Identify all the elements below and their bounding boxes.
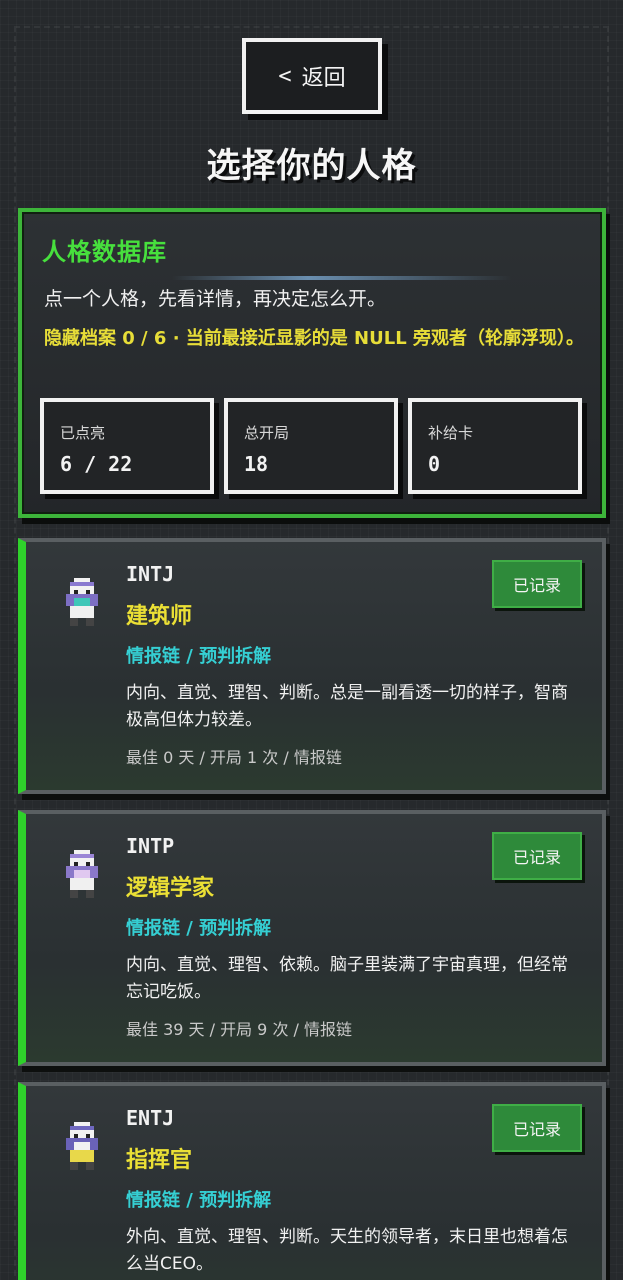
stat-value: 18: [244, 452, 269, 476]
persona-description: 内向、直觉、理智、依赖。脑子里装满了宇宙真理，但经常忘记吃饭。: [126, 955, 568, 1002]
database-title: 人格数据库: [42, 238, 167, 266]
stat-value: 6 / 22: [60, 452, 133, 476]
persona-code: ENTJ: [126, 1106, 175, 1130]
chevron-left-icon: <: [278, 63, 292, 89]
persona-tags: 情报链 / 预判拆解: [126, 646, 272, 667]
hidden-files-info: 隐藏档案 0 / 6 · 当前最接近显影的是 NULL 旁观者（轮廓浮现）。: [44, 328, 584, 349]
recorded-badge: 已记录: [492, 832, 582, 880]
stat-total-runs: 总开局 18: [224, 398, 398, 494]
persona-description: 外向、直觉、理智、判断。天生的领导者，末日里也想着怎么当CEO。: [126, 1227, 568, 1274]
stat-value: 0: [428, 452, 441, 476]
database-description: 点一个人格，先看详情，再决定怎么开。: [44, 288, 387, 310]
persona-name: 建筑师: [126, 604, 193, 629]
persona-card-intp[interactable]: INTP 逻辑学家 情报链 / 预判拆解 内向、直觉、理智、依赖。脑子里装满了宇…: [18, 810, 606, 1066]
persona-tags: 情报链 / 预判拆解: [126, 918, 272, 939]
stat-supply-cards: 补给卡 0: [408, 398, 582, 494]
persona-code: INTJ: [126, 562, 175, 586]
pixel-character-icon: [66, 1122, 98, 1170]
persona-description: 内向、直觉、理智、判断。总是一副看透一切的样子，智商极高但体力较差。: [126, 683, 568, 730]
back-button[interactable]: < 返回: [242, 38, 382, 114]
back-label: 返回: [301, 66, 346, 91]
stat-label: 总开局: [244, 424, 290, 442]
stat-label: 补给卡: [428, 424, 474, 442]
stat-lit: 已点亮 6 / 22: [40, 398, 214, 494]
page-title: 选择你的人格: [206, 146, 417, 186]
persona-card-entj[interactable]: ENTJ 指挥官 情报链 / 预判拆解 外向、直觉、理智、判断。天生的领导者，末…: [18, 1082, 606, 1280]
database-panel: 人格数据库 点一个人格，先看详情，再决定怎么开。 隐藏档案 0 / 6 · 当前…: [18, 208, 606, 518]
persona-name: 逻辑学家: [126, 876, 215, 901]
recorded-badge: 已记录: [492, 1104, 582, 1152]
persona-code: INTP: [126, 834, 175, 858]
pixel-character-icon: [66, 578, 98, 626]
persona-name: 指挥官: [126, 1148, 193, 1173]
persona-tags: 情报链 / 预判拆解: [126, 1190, 272, 1211]
persona-meta: 最佳 0 天 / 开局 1 次 / 情报链: [126, 748, 342, 767]
persona-card-intj[interactable]: INTJ 建筑师 情报链 / 预判拆解 内向、直觉、理智、判断。总是一副看透一切…: [18, 538, 606, 794]
persona-meta: 最佳 39 天 / 开局 9 次 / 情报链: [126, 1020, 353, 1039]
stat-label: 已点亮: [60, 424, 106, 442]
pixel-character-icon: [66, 850, 98, 898]
recorded-badge: 已记录: [492, 560, 582, 608]
divider-line: [172, 276, 512, 280]
